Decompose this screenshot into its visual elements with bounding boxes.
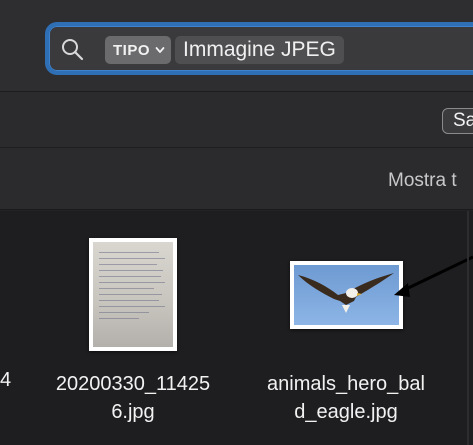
file-thumbnail-handwritten-page[interactable] (89, 238, 177, 351)
partial-file-name: 4 (0, 369, 12, 391)
handwritten-page-thumbnail (93, 242, 173, 347)
search-icon (62, 39, 84, 61)
save-button[interactable]: Sa (442, 108, 473, 134)
file-name-2[interactable]: animals_hero_bal d_eagle.jpg (246, 370, 446, 426)
column-divider (467, 211, 469, 445)
search-criteria-bar (0, 92, 473, 148)
show-all-link[interactable]: Mostra t (388, 170, 457, 192)
search-token-value[interactable]: Immagine JPEG (175, 36, 344, 64)
search-field[interactable]: TIPO Immagine JPEG (45, 22, 473, 75)
chevron-down-icon (155, 47, 165, 53)
finder-search-window: TIPO Immagine JPEG Sa Mostra t 4 2020033… (0, 0, 473, 445)
file-name-1[interactable]: 20200330_11425 6.jpg (26, 370, 240, 426)
toolbar: TIPO Immagine JPEG (0, 0, 473, 92)
search-token-label: TIPO (113, 41, 151, 59)
annotation-arrow (394, 255, 473, 297)
search-token-type[interactable]: TIPO (105, 36, 172, 64)
